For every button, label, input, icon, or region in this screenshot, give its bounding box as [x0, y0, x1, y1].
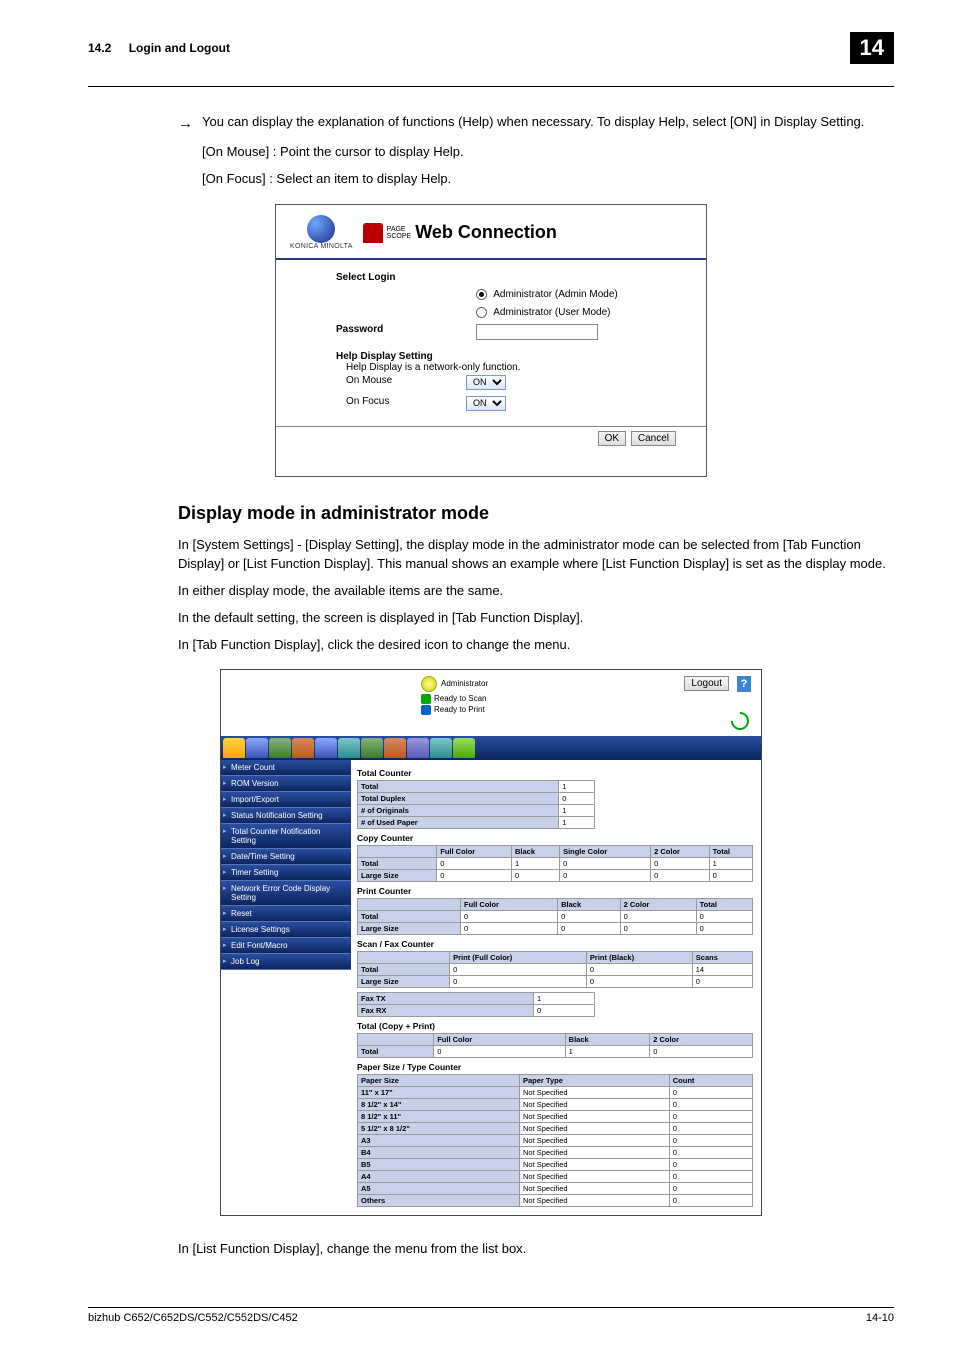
paper-counter-table: Paper SizePaper TypeCount11" x 17"Not Sp…: [357, 1074, 753, 1207]
admin-screenshot: Administrator Ready to Scan Ready to Pri…: [220, 669, 762, 1216]
administrator-icon: [421, 676, 437, 692]
fax-rx-value: 0: [533, 1004, 594, 1016]
brand-text: KONICA MINOLTA: [290, 243, 353, 250]
select-login-label: Select Login: [336, 272, 476, 283]
on-focus-label: On Focus: [346, 396, 466, 411]
help-icon[interactable]: ?: [737, 676, 751, 692]
footer-model: bizhub C652/C652DS/C552/C552DS/C452: [88, 1312, 298, 1324]
sidebar-item[interactable]: Status Notification Setting: [221, 808, 351, 824]
pagescope-icon: [363, 223, 383, 243]
tab-custom[interactable]: [453, 738, 475, 758]
ready-print-label: Ready to Print: [434, 705, 485, 714]
logout-button[interactable]: Logout: [684, 676, 729, 691]
password-input[interactable]: [476, 324, 598, 340]
tab-network[interactable]: [315, 738, 337, 758]
sidebar-item[interactable]: Import/Export: [221, 792, 351, 808]
fax-rx-label: Fax RX: [358, 1004, 534, 1016]
arrow-icon: →: [178, 113, 202, 135]
on-focus-select[interactable]: ON: [466, 396, 506, 411]
ok-button[interactable]: OK: [598, 431, 626, 446]
paper-counter-heading: Paper Size / Type Counter: [357, 1062, 753, 1072]
print-counter-table: Full ColorBlack2 ColorTotalTotal0000Larg…: [357, 898, 753, 935]
tab-maintenance[interactable]: [223, 738, 245, 758]
total-copyprint-heading: Total (Copy + Print): [357, 1021, 753, 1031]
ready-scan-label: Ready to Scan: [434, 694, 486, 703]
scanfax-counter-table: Print (Full Color)Print (Black)ScansTota…: [357, 951, 753, 988]
help-display-sub: Help Display is a network-only function.: [346, 362, 666, 373]
tab-system[interactable]: [246, 738, 268, 758]
sidebar-item[interactable]: License Settings: [221, 922, 351, 938]
sidebar-item[interactable]: ROM Version: [221, 776, 351, 792]
sidebar-item[interactable]: Job Log: [221, 954, 351, 970]
sidebar-item[interactable]: Edit Font/Macro: [221, 938, 351, 954]
admin-mode-radio[interactable]: [476, 289, 487, 300]
password-label: Password: [336, 324, 476, 343]
help-display-heading: Help Display Setting: [336, 351, 666, 362]
user-mode-radio-label: Administrator (User Mode): [493, 307, 610, 318]
copy-counter-heading: Copy Counter: [357, 833, 753, 843]
para4: In [Tab Function Display], click the des…: [178, 636, 894, 655]
section-number: 14.2: [88, 41, 111, 55]
tab-box[interactable]: [338, 738, 360, 758]
login-screenshot: KONICA MINOLTA PAGE SCOPE Web Connection…: [275, 204, 707, 477]
chapter-badge: 14: [850, 32, 894, 64]
fax-tx-label: Fax TX: [358, 992, 534, 1004]
print-counter-heading: Print Counter: [357, 886, 753, 896]
sidebar-item[interactable]: Timer Setting: [221, 865, 351, 881]
sidebar-item[interactable]: Meter Count: [221, 760, 351, 776]
para5: In [List Function Display], change the m…: [178, 1240, 894, 1259]
para2: In either display mode, the available it…: [178, 582, 894, 601]
tab-security[interactable]: [269, 738, 291, 758]
tab-icon-bar: [221, 736, 761, 760]
section-title: Login and Logout: [129, 41, 230, 55]
konica-minolta-logo-icon: [307, 215, 335, 243]
copy-counter-table: Full ColorBlackSingle Color2 ColorTotalT…: [357, 845, 753, 882]
admin-mode-radio-label: Administrator (Admin Mode): [493, 290, 617, 301]
body-arrow-text: You can display the explanation of funct…: [202, 113, 864, 135]
cancel-button[interactable]: Cancel: [631, 431, 676, 446]
ready-print-icon: [421, 705, 431, 715]
on-mouse-select[interactable]: ON: [466, 375, 506, 390]
para1: In [System Settings] - [Display Setting]…: [178, 536, 894, 574]
scanfax-heading: Scan / Fax Counter: [357, 939, 753, 949]
tab-wizard[interactable]: [430, 738, 452, 758]
help-mouse-text: [On Mouse] : Point the cursor to display…: [202, 143, 894, 162]
tab-fax[interactable]: [407, 738, 429, 758]
ready-scan-icon: [421, 694, 431, 704]
section-heading: 14.2 Login and Logout: [88, 41, 230, 55]
sidebar-item[interactable]: Reset: [221, 906, 351, 922]
administrator-label: Administrator: [441, 679, 488, 688]
admin-sidebar: Meter CountROM VersionImport/ExportStatu…: [221, 760, 351, 1215]
help-focus-text: [On Focus] : Select an item to display H…: [202, 170, 894, 189]
refresh-icon[interactable]: [727, 708, 752, 733]
header-divider: [88, 86, 894, 87]
user-mode-radio[interactable]: [476, 307, 487, 318]
sidebar-item[interactable]: Network Error Code Display Setting: [221, 881, 351, 906]
tab-user[interactable]: [292, 738, 314, 758]
subsection-heading: Display mode in administrator mode: [178, 503, 894, 524]
total-counter-table: Total1Total Duplex0# of Originals1# of U…: [357, 780, 595, 829]
tab-print[interactable]: [361, 738, 383, 758]
sidebar-item[interactable]: Date/Time Setting: [221, 849, 351, 865]
fax-tx-value: 1: [533, 992, 594, 1004]
para3: In the default setting, the screen is di…: [178, 609, 894, 628]
fax-table: Fax TX1 Fax RX0: [357, 992, 595, 1017]
web-connection-title: Web Connection: [415, 222, 557, 243]
footer-page: 14-10: [866, 1312, 894, 1324]
tab-store[interactable]: [384, 738, 406, 758]
sidebar-item[interactable]: Total Counter Notification Setting: [221, 824, 351, 849]
total-counter-heading: Total Counter: [357, 768, 753, 778]
on-mouse-label: On Mouse: [346, 375, 466, 390]
total-copyprint-table: Full ColorBlack2 ColorTotal010: [357, 1033, 753, 1058]
